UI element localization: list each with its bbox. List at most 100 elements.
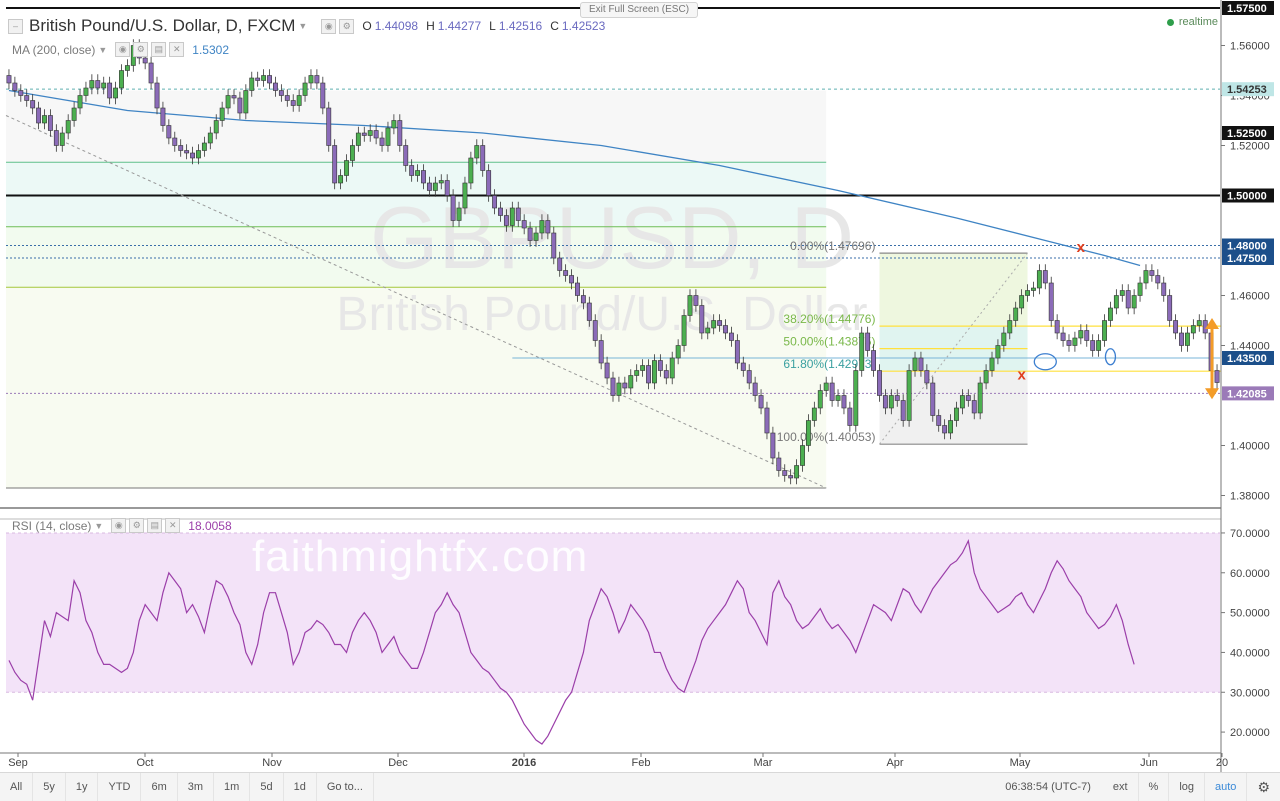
candle — [1036, 270, 1042, 289]
candle — [882, 395, 888, 409]
gear-icon[interactable]: ⚙ — [339, 18, 355, 34]
candle — [1072, 337, 1078, 346]
time-tick-label: Nov — [262, 757, 282, 769]
candle — [575, 282, 580, 296]
scale-button[interactable]: auto — [1205, 773, 1248, 801]
candle — [545, 220, 551, 234]
candle — [119, 70, 124, 89]
candle — [823, 382, 829, 391]
candle — [634, 370, 640, 376]
collapse-icon[interactable]: – — [8, 18, 23, 34]
candle — [942, 425, 948, 434]
low-value: 1.42516 — [498, 19, 543, 33]
candle — [835, 395, 841, 401]
chart-canvas[interactable]: GBPUSD, DBritish Pound/U.S. Dollar0.00%(… — [0, 0, 1280, 800]
range-button[interactable]: 6m — [141, 773, 178, 801]
zone-gray — [6, 90, 827, 163]
range-button[interactable]: 5y — [33, 773, 66, 801]
candle — [1113, 295, 1119, 309]
scale-button[interactable]: log — [1169, 773, 1206, 801]
candle — [652, 360, 657, 384]
candle — [1031, 287, 1036, 291]
candle — [817, 390, 823, 409]
candle — [178, 145, 184, 151]
price-badge-label: 1.57500 — [1227, 3, 1267, 15]
candle — [142, 57, 148, 64]
candle — [859, 332, 865, 371]
range-button[interactable]: 5d — [250, 773, 284, 801]
candle — [717, 320, 723, 326]
candle — [557, 257, 563, 271]
settings-icon[interactable]: ▤ — [151, 42, 167, 57]
candle — [521, 220, 527, 229]
scale-button[interactable]: ext — [1103, 773, 1139, 801]
candle — [1066, 340, 1072, 346]
realtime-label: realtime — [1178, 16, 1218, 28]
candle — [6, 75, 12, 84]
gear-icon[interactable]: ⚙ — [133, 42, 149, 57]
time-tick-label: 2016 — [512, 757, 536, 769]
candle — [415, 170, 421, 176]
candle — [107, 82, 113, 99]
candle — [237, 97, 243, 114]
candle — [563, 270, 569, 276]
candle — [734, 340, 740, 364]
candle — [965, 395, 971, 401]
range-button[interactable]: 1d — [284, 773, 317, 801]
price-tick-label: 1.44000 — [1230, 341, 1270, 353]
chevron-down-icon[interactable]: ▼ — [94, 521, 103, 531]
scale-button[interactable]: % — [1139, 773, 1170, 801]
chevron-down-icon[interactable]: ▼ — [98, 45, 107, 55]
exit-fullscreen-button[interactable]: Exit Full Screen (ESC) — [580, 2, 699, 18]
eye-icon[interactable]: ◉ — [115, 42, 131, 57]
settings-icon[interactable]: ▤ — [147, 518, 163, 533]
time-tick-label: May — [1010, 757, 1031, 769]
candle — [284, 95, 290, 101]
candle — [296, 95, 302, 106]
candle — [468, 157, 474, 184]
range-button[interactable]: 1y — [66, 773, 99, 801]
candle — [989, 357, 995, 371]
realtime-indicator: realtime — [1166, 16, 1218, 28]
candle — [877, 370, 882, 396]
range-button[interactable]: Go to... — [317, 773, 374, 801]
close-icon[interactable]: ✕ — [165, 518, 181, 533]
rsi-label: RSI (14, close) — [12, 518, 92, 533]
gear-icon[interactable]: ⚙ — [129, 518, 145, 533]
candle — [829, 382, 835, 401]
candle — [53, 130, 59, 146]
candle — [355, 132, 361, 146]
candle — [1161, 282, 1167, 296]
candle — [936, 415, 942, 426]
candle — [184, 150, 190, 154]
gear-icon[interactable]: ⚙ — [1247, 773, 1280, 801]
candle — [948, 420, 953, 434]
candle — [598, 340, 604, 364]
candle — [592, 320, 598, 341]
price-tick-label: 1.46000 — [1230, 291, 1270, 303]
rsi-tick-label: 60.0000 — [1230, 568, 1270, 580]
candle — [1078, 330, 1084, 339]
candle — [675, 345, 681, 359]
range-button[interactable]: 1m — [214, 773, 251, 801]
symbol-legend: – British Pound/U.S. Dollar, D, FXCM ▼ ◉… — [8, 16, 605, 36]
candle — [628, 375, 634, 389]
eye-icon[interactable]: ◉ — [111, 518, 127, 533]
candle — [764, 407, 770, 434]
candle — [1167, 295, 1173, 321]
eye-icon[interactable]: ◉ — [321, 18, 337, 34]
candle — [403, 145, 409, 166]
ma-label: MA (200, close) — [12, 42, 96, 57]
candle — [338, 175, 344, 184]
close-icon[interactable]: ✕ — [169, 42, 185, 57]
range-button[interactable]: All — [0, 773, 34, 801]
candle — [865, 332, 871, 351]
candle — [1007, 320, 1013, 334]
chevron-down-icon[interactable]: ▼ — [298, 21, 307, 31]
candle — [740, 362, 746, 371]
candle — [604, 362, 610, 379]
range-button[interactable]: 3m — [178, 773, 215, 801]
candle — [758, 395, 764, 409]
candle — [432, 182, 438, 191]
range-button[interactable]: YTD — [98, 773, 142, 801]
